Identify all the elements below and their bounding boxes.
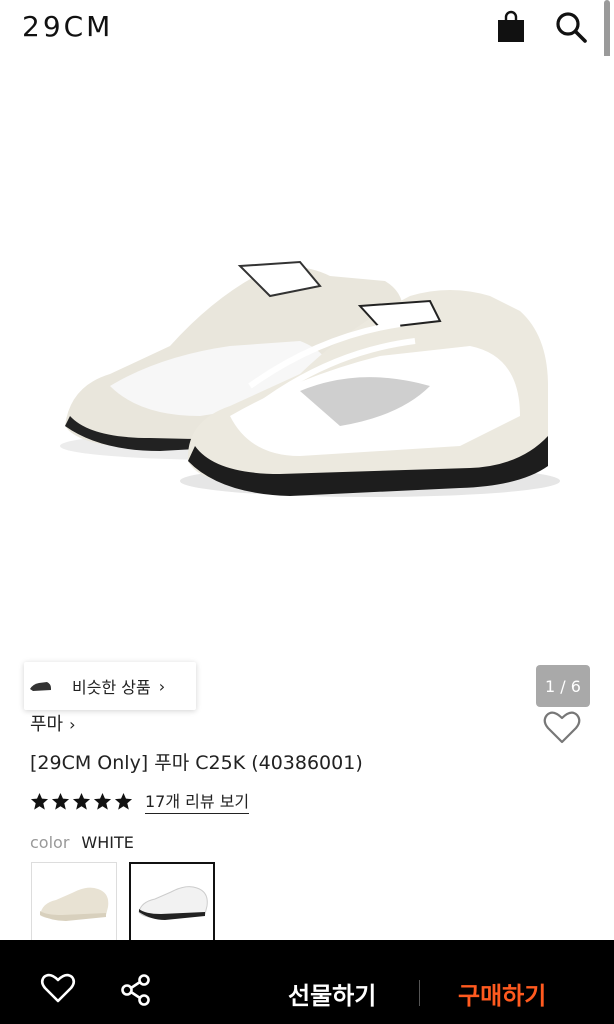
color-swatch-white[interactable] [129, 862, 215, 944]
product-image [60, 260, 560, 497]
brand-name: 푸마 [30, 714, 64, 735]
color-swatch-cream[interactable] [31, 862, 117, 944]
star-icon [72, 792, 91, 810]
buy-button[interactable]: 구매하기 [458, 976, 546, 1011]
similar-product-thumbnail [28, 662, 54, 710]
color-row: color WHITE [30, 833, 134, 852]
divider [419, 980, 420, 1006]
heart-outline-icon[interactable] [40, 972, 76, 1004]
star-icon [51, 792, 70, 810]
star-icon [114, 792, 133, 810]
product-image-carousel[interactable]: 비슷한 상품 › 1 / 6 [0, 56, 614, 710]
shopping-bag-icon[interactable] [495, 10, 527, 44]
rating-row: 17개 리뷰 보기 [30, 788, 250, 814]
brand-link[interactable]: 푸마 › [30, 710, 76, 736]
similar-products-label: 비슷한 상품 [72, 678, 151, 697]
color-value: WHITE [81, 833, 134, 852]
rating-stars [30, 792, 133, 811]
chevron-right-icon: › [158, 676, 166, 696]
swatch-image [40, 887, 109, 921]
star-icon [93, 792, 112, 810]
image-page-indicator: 1 / 6 [536, 665, 590, 707]
top-header: 29CM [0, 0, 614, 56]
wishlist-heart-icon[interactable] [542, 709, 582, 745]
swatch-image [138, 886, 208, 920]
gift-button[interactable]: 선물하기 [288, 976, 376, 1011]
review-link[interactable]: 17개 리뷰 보기 [145, 788, 250, 814]
search-icon[interactable] [554, 10, 588, 44]
share-icon[interactable] [118, 972, 154, 1008]
star-icon [30, 792, 49, 810]
similar-products-button[interactable]: 비슷한 상품 › [24, 662, 196, 710]
site-logo[interactable]: 29CM [22, 10, 113, 43]
color-key-label: color [30, 833, 70, 852]
bottom-action-bar: 선물하기 구매하기 [0, 940, 614, 1024]
chevron-right-icon: › [69, 715, 76, 734]
product-title: [29CM Only] 푸마 C25K (40386001) [30, 752, 363, 774]
